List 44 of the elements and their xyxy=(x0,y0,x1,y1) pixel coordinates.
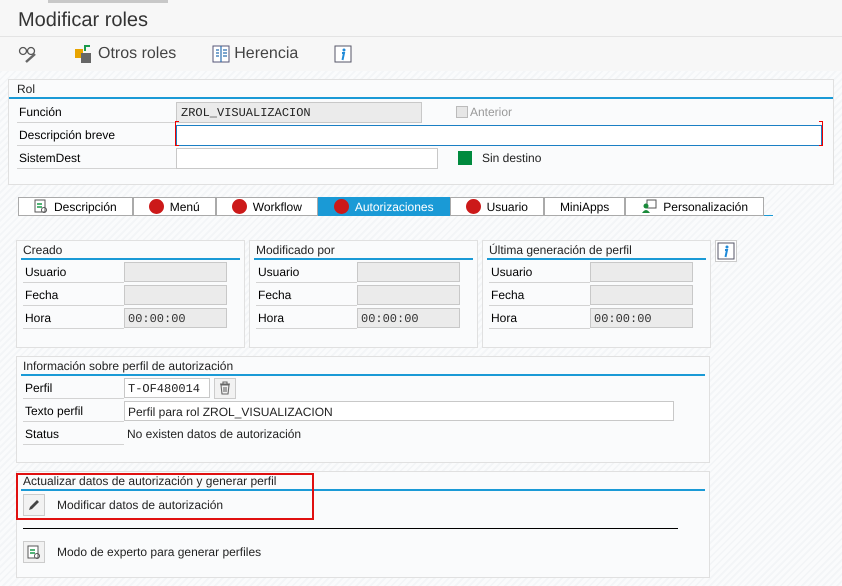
panel-title: Última generación de perfil xyxy=(487,241,706,260)
required-marker xyxy=(819,121,823,146)
profile-text-field[interactable]: Perfil para rol ZROL_VISUALIZACION xyxy=(124,401,674,421)
transfer-icon xyxy=(74,44,94,64)
readonly-field: 00:00:00 xyxy=(590,308,693,328)
info-button[interactable] xyxy=(715,240,737,262)
tab[interactable]: Usuario xyxy=(450,197,544,216)
tab[interactable]: Menú xyxy=(132,197,216,216)
toolbar-button[interactable]: Otros roles xyxy=(74,42,176,66)
pencil-icon xyxy=(27,498,41,512)
document-icon xyxy=(34,199,48,214)
panel-title: Actualizar datos de autorización y generar perfil xyxy=(21,472,705,491)
glasses-icon xyxy=(18,45,38,63)
readonly-field: 00:00:00 xyxy=(124,308,227,328)
action-link[interactable]: Modificar datos de autorización xyxy=(57,496,224,514)
tree-icon xyxy=(212,45,230,63)
toolbar-icon-button[interactable] xyxy=(18,45,38,63)
status-value: No existen datos de autorización xyxy=(126,426,302,443)
target-system-field[interactable] xyxy=(176,148,438,168)
field-label: Status xyxy=(23,423,124,445)
short-description-field[interactable] xyxy=(176,124,822,146)
panel-title: Información sobre perfil de autorización xyxy=(21,357,705,376)
tab[interactable]: Descripción xyxy=(18,197,133,216)
panel-title: Creado xyxy=(21,241,240,260)
tab[interactable]: MiniApps xyxy=(544,197,626,216)
toolbar-button[interactable]: Herencia xyxy=(212,42,298,66)
panel-title: Modificado por xyxy=(254,241,473,260)
toolbar-icon-button[interactable] xyxy=(334,45,352,63)
person-icon xyxy=(641,199,658,214)
action-link[interactable]: Modo de experto para generar perfiles xyxy=(57,543,262,561)
expert-mode-button[interactable] xyxy=(23,541,45,563)
document-icon xyxy=(27,544,41,560)
edit-button[interactable] xyxy=(23,494,45,516)
delete-button[interactable] xyxy=(214,378,236,398)
tab[interactable]: Workflow xyxy=(216,197,318,216)
status-text: Sin destino xyxy=(482,150,542,167)
profile-field[interactable]: T-OF480014 xyxy=(124,378,210,398)
info-icon xyxy=(334,45,352,63)
trash-icon xyxy=(219,381,231,395)
readonly-field: 00:00:00 xyxy=(357,308,460,328)
tab[interactable]: Personalización xyxy=(625,197,764,216)
info-icon xyxy=(717,242,735,260)
window-title: Modificar roles xyxy=(18,8,148,32)
panel-title: Rol xyxy=(9,80,833,99)
